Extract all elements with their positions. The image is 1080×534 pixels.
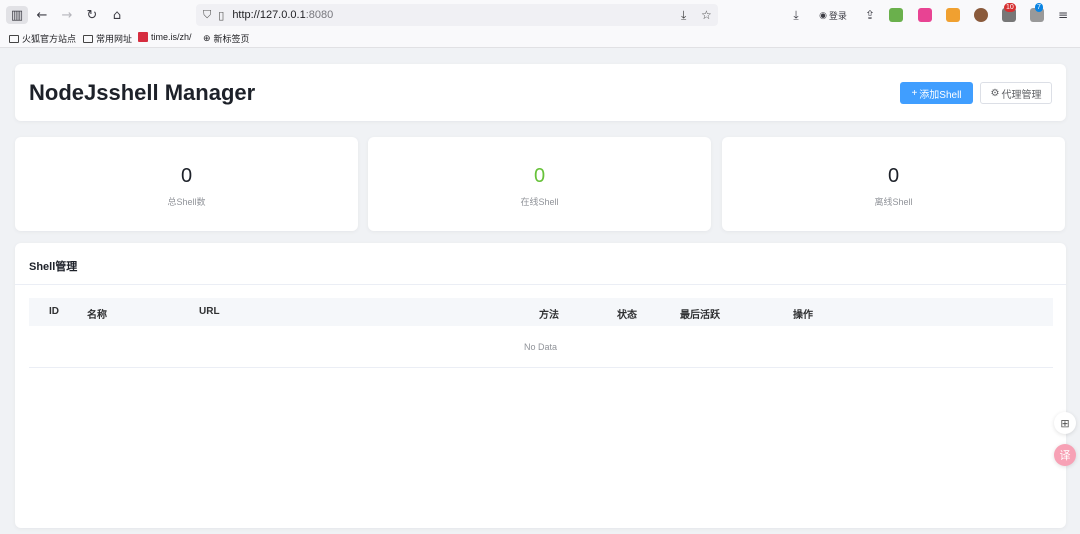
table-header: ID 名称 URL 方法 状态 最后活跃 操作: [29, 298, 1053, 326]
downloads-icon[interactable]: ⤓: [788, 6, 804, 24]
page-title: NodeJsshell Manager: [29, 80, 256, 105]
back-icon[interactable]: ←: [32, 6, 52, 24]
stat-value: 0: [180, 165, 193, 187]
section-title: Shell管理: [29, 261, 78, 273]
stat-label: 离线Shell: [874, 197, 913, 207]
globe-icon: ⊕: [203, 33, 211, 43]
folder-icon: [83, 34, 93, 43]
time-logo-icon: [138, 32, 148, 42]
extension-pink-icon[interactable]: [918, 8, 932, 22]
bookmark-item[interactable]: 火狐官方站点: [9, 32, 76, 45]
shell-manage-card: Shell管理 ID 名称 URL 方法 状态 最后活跃 操作 No Data: [15, 243, 1066, 528]
column-header-id: ID: [49, 306, 59, 317]
extension-star-icon[interactable]: [946, 8, 960, 22]
save-page-icon[interactable]: ⤓: [681, 4, 686, 26]
home-icon[interactable]: ⌂: [107, 6, 127, 24]
stat-label: 总Shell数: [167, 197, 206, 207]
extension-badge: 7: [1035, 3, 1043, 12]
column-header-last-active: 最后活跃: [680, 310, 720, 321]
translate-icon[interactable]: 译: [1054, 444, 1076, 466]
bookmark-item[interactable]: 常用网址: [83, 32, 132, 45]
gear-icon: ⚙: [990, 87, 1000, 99]
extension-clover-icon[interactable]: [889, 8, 903, 22]
add-shell-button[interactable]: + 添加Shell: [900, 82, 973, 104]
stat-card-offline: 0 离线Shell: [722, 137, 1065, 231]
stat-card-total: 0 总Shell数: [15, 137, 358, 231]
plus-icon: +: [911, 87, 918, 99]
url-text[interactable]: http://127.0.0.1:8080: [232, 9, 333, 21]
stat-card-online: 0 在线Shell: [368, 137, 711, 231]
stat-value: 0: [887, 165, 900, 187]
shield-icon: ⛉: [203, 8, 212, 21]
extension-badge: 10: [1004, 3, 1016, 12]
column-header-method: 方法: [539, 310, 559, 321]
column-header-url: URL: [199, 306, 220, 317]
table-divider: [29, 367, 1053, 368]
folder-icon: [9, 34, 19, 43]
bookmark-item[interactable]: ⊕ 新标签页: [203, 32, 250, 45]
stat-label: 在线Shell: [520, 197, 559, 207]
empty-table-text: No Data: [523, 342, 558, 352]
bookmark-star-icon[interactable]: ☆: [701, 4, 712, 26]
share-icon[interactable]: ⇪: [862, 6, 878, 24]
account-button[interactable]: ◉ 登录: [812, 6, 854, 24]
account-icon: ◉: [819, 9, 827, 20]
apps-grid-icon[interactable]: ⊞: [1054, 412, 1076, 434]
page-icon: ▯: [218, 8, 225, 22]
url-bar[interactable]: ⛉ ▯ http://127.0.0.1:8080 ⤓ ☆: [196, 4, 718, 26]
menu-icon[interactable]: ≡: [1056, 6, 1070, 24]
divider: [15, 284, 1066, 285]
column-header-name: 名称: [87, 310, 107, 321]
extension-cookie-icon[interactable]: [974, 8, 988, 22]
column-header-actions: 操作: [793, 310, 813, 321]
sidebar-toggle-icon[interactable]: ▥: [6, 6, 28, 24]
header-card: NodeJsshell Manager + 添加Shell ⚙ 代理管理: [15, 64, 1066, 121]
stat-value: 0: [533, 165, 546, 187]
column-header-status: 状态: [617, 310, 637, 321]
bookmark-item[interactable]: time.is/zh/: [138, 32, 192, 42]
reload-icon[interactable]: ↻: [82, 6, 102, 24]
proxy-manage-button[interactable]: ⚙ 代理管理: [980, 82, 1052, 104]
forward-icon: →: [61, 7, 73, 23]
